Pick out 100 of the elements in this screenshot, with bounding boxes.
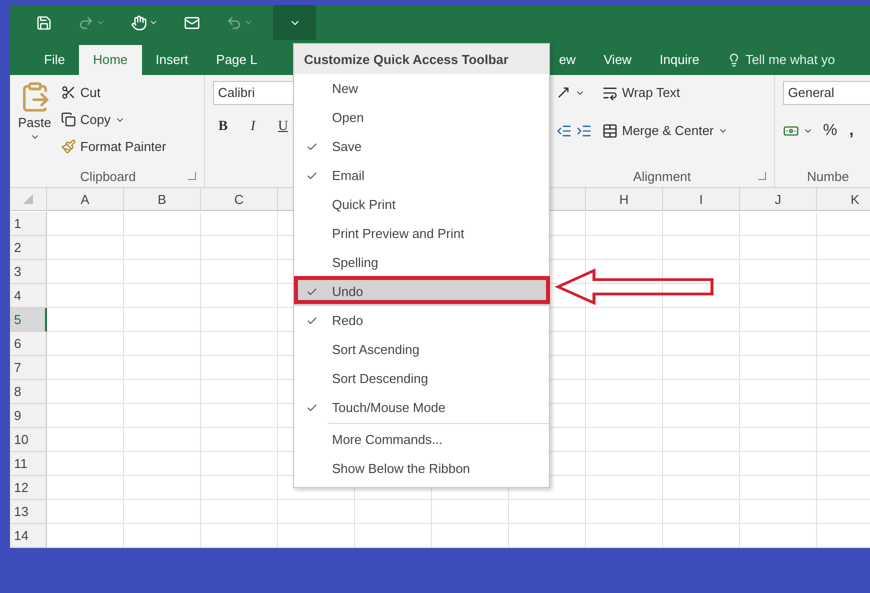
sheet-cell[interactable] — [740, 332, 817, 356]
sheet-cell[interactable] — [124, 452, 201, 476]
ribbon-tab[interactable]: View — [590, 44, 646, 75]
sheet-cell[interactable] — [740, 236, 817, 260]
sheet-cell[interactable] — [124, 524, 201, 548]
sheet-cell[interactable] — [124, 212, 201, 236]
menu-item[interactable]: Save — [294, 132, 549, 161]
column-header[interactable]: C — [201, 188, 278, 211]
sheet-cell[interactable] — [586, 236, 663, 260]
row-header[interactable]: 2 — [10, 236, 47, 260]
sheet-cell[interactable] — [201, 476, 278, 500]
column-header[interactable]: H — [586, 188, 663, 211]
sheet-cell[interactable] — [124, 356, 201, 380]
menu-item[interactable]: Spelling — [294, 248, 549, 277]
menu-item[interactable]: More Commands... — [294, 425, 549, 454]
sheet-cell[interactable] — [663, 476, 740, 500]
sheet-cell[interactable] — [355, 500, 432, 524]
launcher-icon[interactable] — [188, 172, 196, 180]
sheet-cell[interactable] — [201, 428, 278, 452]
sheet-cell[interactable] — [201, 332, 278, 356]
sheet-cell[interactable] — [201, 260, 278, 284]
sheet-cell[interactable] — [278, 524, 355, 548]
sheet-cell[interactable] — [586, 524, 663, 548]
sheet-cell[interactable] — [47, 284, 124, 308]
sheet-cell[interactable] — [201, 524, 278, 548]
sheet-cell[interactable] — [586, 452, 663, 476]
sheet-cell[interactable] — [663, 212, 740, 236]
row-header[interactable]: 7 — [10, 356, 47, 380]
column-header[interactable]: B — [124, 188, 201, 211]
sheet-cell[interactable] — [586, 212, 663, 236]
column-header[interactable]: I — [663, 188, 740, 211]
sheet-cell[interactable] — [124, 500, 201, 524]
sheet-cell[interactable] — [201, 500, 278, 524]
sheet-cell[interactable] — [124, 476, 201, 500]
sheet-cell[interactable] — [740, 428, 817, 452]
menu-item[interactable]: Quick Print — [294, 190, 549, 219]
merge-center-button[interactable]: Merge & Center — [602, 118, 728, 143]
ribbon-tab[interactable]: File — [30, 44, 79, 75]
sheet-cell[interactable] — [124, 404, 201, 428]
increase-indent-icon[interactable] — [576, 122, 592, 139]
ribbon-tab[interactable]: Home — [78, 44, 142, 75]
sheet-cell[interactable] — [663, 524, 740, 548]
underline-button[interactable]: U — [273, 118, 293, 135]
paste-button[interactable]: Paste — [18, 114, 52, 130]
sheet-cell[interactable] — [740, 476, 817, 500]
row-header[interactable]: 9 — [10, 404, 47, 428]
sheet-cell[interactable] — [663, 356, 740, 380]
row-header[interactable]: 14 — [10, 524, 47, 548]
sheet-cell[interactable] — [47, 500, 124, 524]
column-header[interactable]: K — [817, 188, 870, 211]
row-header[interactable]: 13 — [10, 500, 47, 524]
sheet-cell[interactable] — [740, 356, 817, 380]
sheet-cell[interactable] — [586, 332, 663, 356]
sheet-cell[interactable] — [663, 260, 740, 284]
customize-toolbar-button[interactable] — [273, 5, 316, 40]
sheet-cell[interactable] — [663, 452, 740, 476]
sheet-cell[interactable] — [201, 308, 278, 332]
italic-button[interactable]: I — [243, 118, 263, 135]
sheet-cell[interactable] — [663, 332, 740, 356]
sheet-cell[interactable] — [740, 500, 817, 524]
sheet-cell[interactable] — [586, 260, 663, 284]
menu-item[interactable]: Print Preview and Print — [294, 219, 549, 248]
sheet-cell[interactable] — [740, 212, 817, 236]
sheet-cell[interactable] — [201, 380, 278, 404]
sheet-cell[interactable] — [47, 260, 124, 284]
row-header[interactable]: 8 — [10, 380, 47, 404]
select-all-corner[interactable] — [10, 188, 47, 211]
sheet-cell[interactable] — [47, 212, 124, 236]
comma-button[interactable]: , — [849, 122, 854, 140]
sheet-cell[interactable] — [124, 308, 201, 332]
decrease-indent-icon[interactable] — [556, 122, 572, 139]
sheet-cell[interactable] — [47, 236, 124, 260]
sheet-cell[interactable] — [740, 452, 817, 476]
sheet-cell[interactable] — [124, 284, 201, 308]
sheet-cell[interactable] — [201, 212, 278, 236]
sheet-cell[interactable] — [740, 284, 817, 308]
sheet-cell[interactable] — [201, 452, 278, 476]
row-header[interactable]: 11 — [10, 452, 47, 476]
launcher-icon[interactable] — [758, 172, 766, 180]
sheet-cell[interactable] — [586, 428, 663, 452]
sheet-cell[interactable] — [124, 380, 201, 404]
menu-item[interactable]: Touch/Mouse Mode — [294, 393, 549, 422]
sheet-cell[interactable] — [47, 524, 124, 548]
sheet-cell[interactable] — [124, 332, 201, 356]
format-painter-button[interactable]: Format Painter — [61, 134, 166, 159]
sheet-cell[interactable] — [586, 284, 663, 308]
column-header[interactable]: J — [740, 188, 817, 211]
sheet-cell[interactable] — [663, 404, 740, 428]
sheet-cell[interactable] — [47, 356, 124, 380]
sheet-cell[interactable] — [740, 308, 817, 332]
column-header[interactable]: A — [47, 188, 124, 211]
row-header[interactable]: 1 — [10, 212, 47, 236]
cut-button[interactable]: Cut — [61, 80, 100, 105]
sheet-cell[interactable] — [432, 500, 509, 524]
sheet-cell[interactable] — [663, 428, 740, 452]
row-header[interactable]: 6 — [10, 332, 47, 356]
sheet-cell[interactable] — [47, 380, 124, 404]
sheet-cell[interactable] — [124, 236, 201, 260]
sheet-cell[interactable] — [201, 284, 278, 308]
sheet-cell[interactable] — [663, 380, 740, 404]
